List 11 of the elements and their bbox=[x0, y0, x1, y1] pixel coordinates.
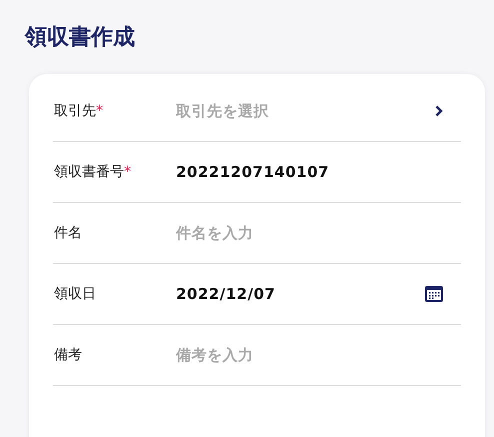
chevron-right-icon[interactable] bbox=[435, 105, 443, 117]
field-label: 取引先* bbox=[54, 102, 104, 120]
calendar-icon[interactable] bbox=[425, 286, 443, 302]
field-label: 件名 bbox=[54, 224, 83, 242]
page-title: 領収書作成 bbox=[24, 24, 136, 52]
field-label: 領収日 bbox=[54, 285, 97, 303]
field-label: 備考 bbox=[54, 346, 83, 364]
input-field[interactable]: 取引先を選択 bbox=[176, 102, 435, 120]
input-field[interactable]: 2022/12/07 bbox=[176, 285, 425, 303]
input-field[interactable]: 20221207140107 bbox=[176, 163, 443, 181]
field-label: 領収書番号* bbox=[54, 163, 132, 181]
